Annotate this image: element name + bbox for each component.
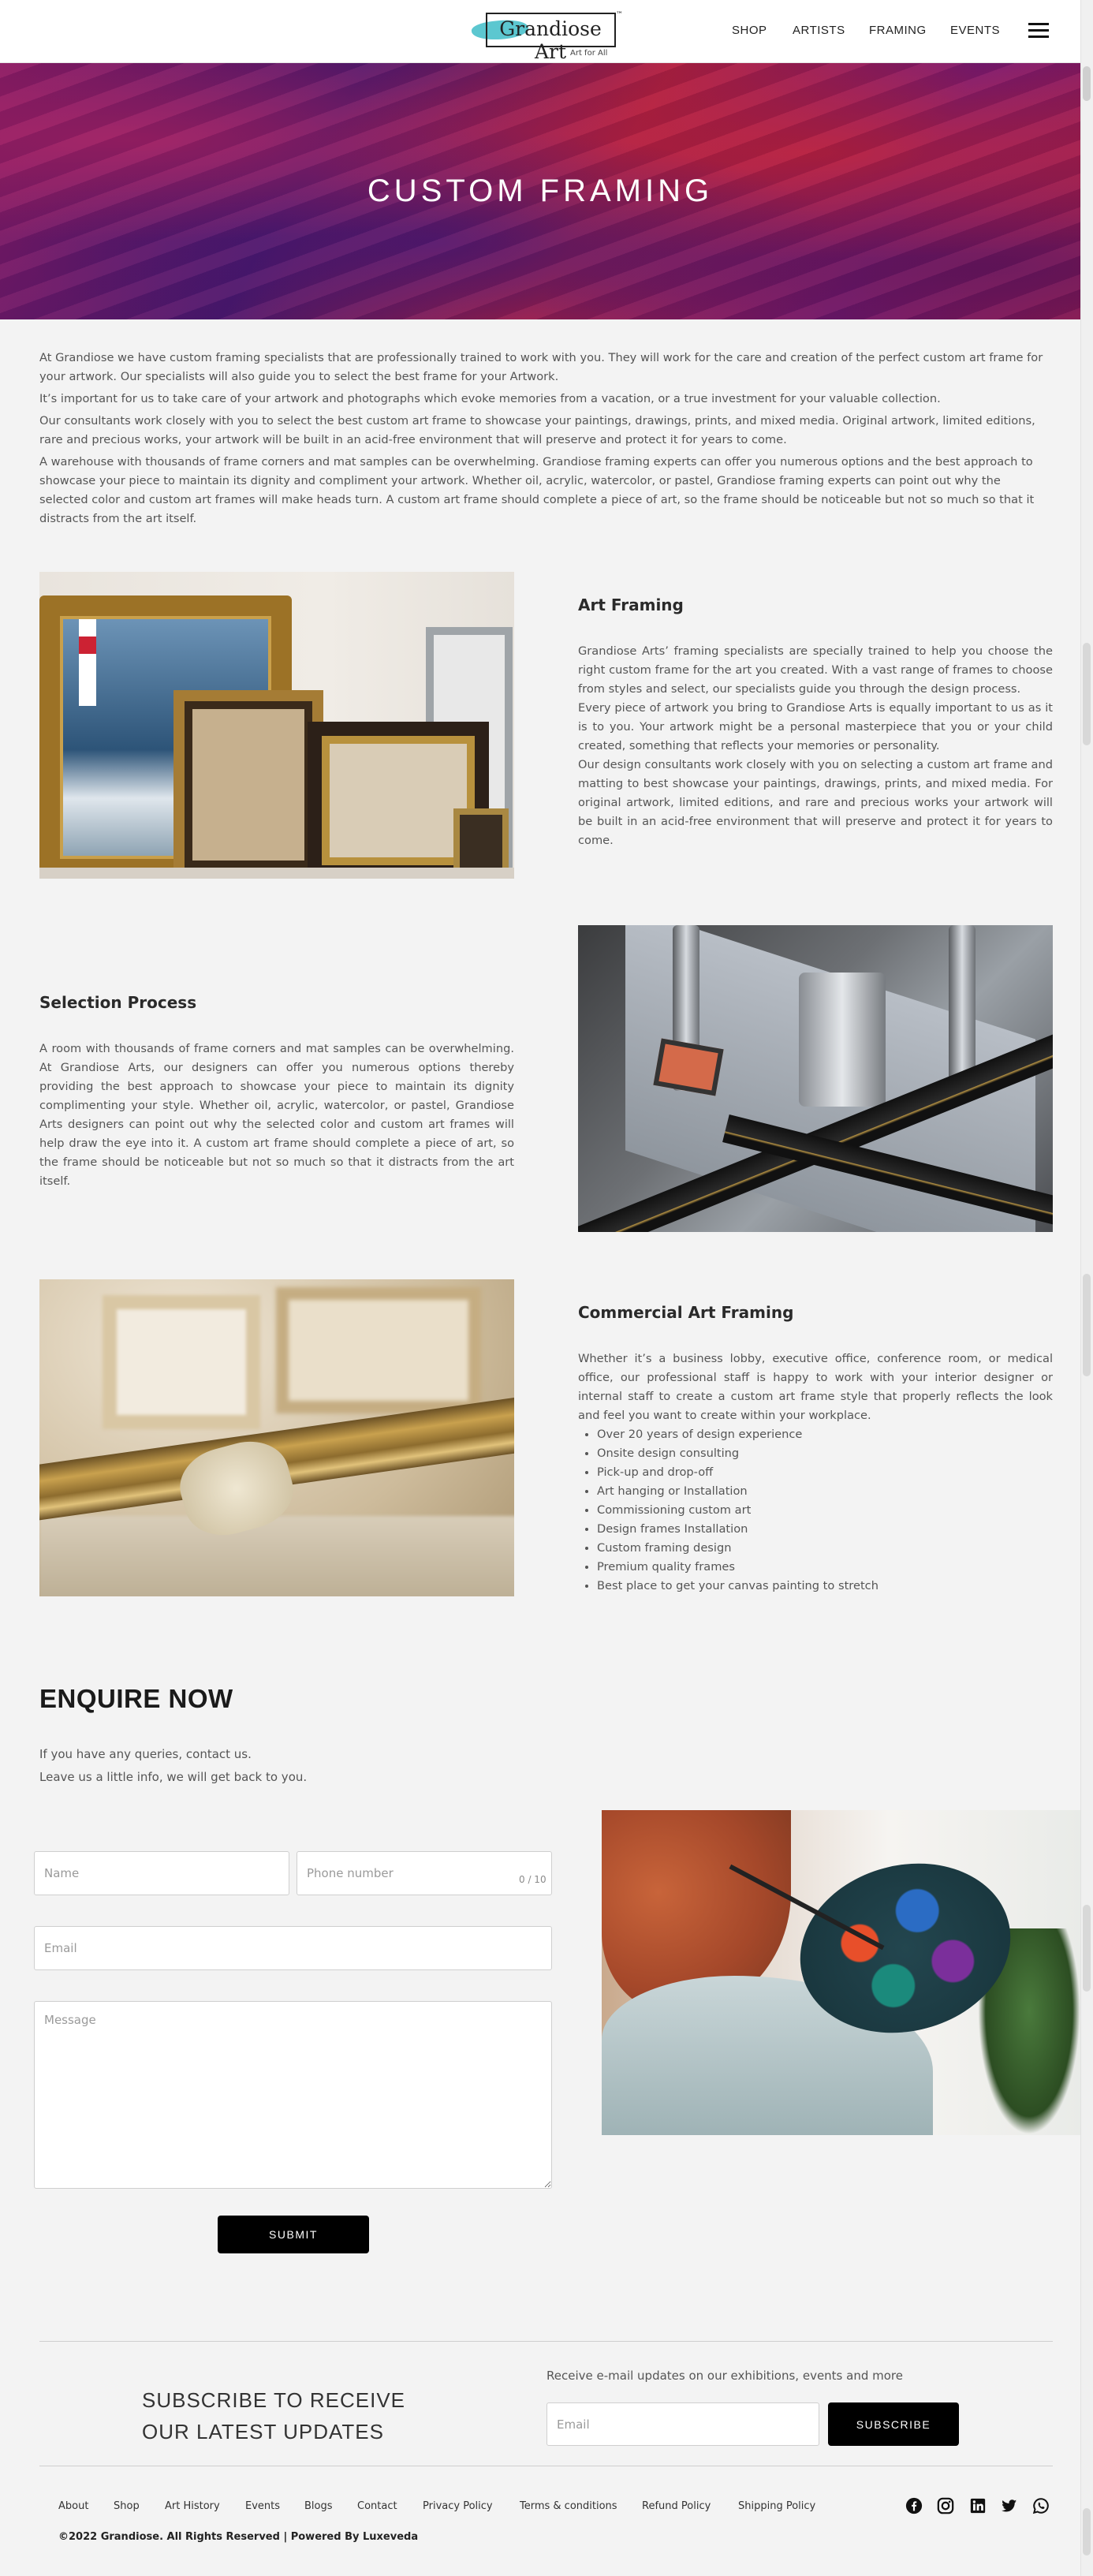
art-framing-paragraph: Every piece of artwork you bring to Gran…	[578, 701, 1053, 752]
page-title: CUSTOM FRAMING	[367, 174, 714, 208]
subscribe-description: Receive e-mail updates on our exhibition…	[546, 2369, 903, 2383]
scrollbar-thumb[interactable]	[1083, 66, 1091, 101]
divider	[39, 2341, 1053, 2342]
nav-framing[interactable]: FRAMING	[869, 24, 927, 37]
footer-link-contact[interactable]: Contact	[357, 2500, 397, 2512]
footer-link-refund-policy[interactable]: Refund Policy	[642, 2500, 711, 2512]
logo[interactable]: Grandiose Art ™ Art for All	[470, 9, 623, 63]
enquire-line: Leave us a little info, we will get back…	[39, 1770, 308, 1784]
linkedin-icon[interactable]	[969, 2497, 987, 2514]
phone-field[interactable]	[297, 1851, 552, 1895]
picture-frames-image	[39, 572, 514, 879]
footer-link-art-history[interactable]: Art History	[165, 2500, 220, 2512]
intro-paragraph: Our consultants work closely with you to…	[39, 414, 1035, 446]
intro-paragraph: At Grandiose we have custom framing spec…	[39, 351, 1043, 383]
submit-button[interactable]: SUBMIT	[218, 2216, 369, 2253]
art-framing-text: Grandiose Arts’ framing specialists are …	[578, 642, 1053, 850]
scroll-indicator	[1083, 1274, 1091, 1376]
copyright-text: ©2022 Grandiose. All Rights Reserved | P…	[58, 2531, 419, 2543]
email-field[interactable]	[34, 1926, 552, 1970]
list-item: Best place to get your canvas painting t…	[597, 1577, 1053, 1596]
footer-link-about[interactable]: About	[58, 2500, 88, 2512]
nav-shop[interactable]: SHOP	[732, 24, 767, 37]
footer-link-shipping-policy[interactable]: Shipping Policy	[738, 2500, 815, 2512]
scroll-indicator	[1083, 1905, 1091, 1992]
footer-link-events[interactable]: Events	[245, 2500, 280, 2512]
art-framing-paragraph: Grandiose Arts’ framing specialists are …	[578, 644, 1053, 696]
intro-paragraph: It’s important for us to take care of yo…	[39, 392, 941, 405]
ornate-frames-image	[39, 1279, 514, 1596]
logo-trademark: ™	[616, 11, 623, 19]
name-field[interactable]	[34, 1851, 289, 1895]
nav-events[interactable]: EVENTS	[950, 24, 1000, 37]
facebook-icon[interactable]	[905, 2497, 923, 2514]
site-header: Grandiose Art ™ Art for All SHOP ARTISTS…	[0, 0, 1080, 63]
phone-character-counter: 0 / 10	[519, 1874, 546, 1885]
subscribe-email-field[interactable]	[546, 2402, 819, 2446]
subscribe-title-line: OUR LATEST UPDATES	[142, 2420, 384, 2443]
hamburger-menu-icon[interactable]	[1028, 23, 1049, 39]
list-item: Custom framing design	[597, 1539, 1053, 1558]
footer-link-terms[interactable]: Terms & conditions	[520, 2500, 617, 2512]
selection-process-text: A room with thousands of frame corners a…	[39, 1042, 514, 1188]
instagram-icon[interactable]	[937, 2497, 954, 2514]
list-item: Art hanging or Installation	[597, 1482, 1053, 1501]
list-item: Over 20 years of design experience	[597, 1425, 1053, 1444]
intro-text: At Grandiose we have custom framing spec…	[39, 349, 1053, 532]
twitter-icon[interactable]	[1001, 2497, 1018, 2514]
framing-machine-image	[578, 925, 1053, 1232]
enquire-title: ENQUIRE NOW	[39, 1684, 233, 1713]
art-framing-title: Art Framing	[578, 595, 684, 614]
logo-tagline: Art for All	[570, 49, 608, 58]
subscribe-button[interactable]: SUBSCRIBE	[828, 2402, 959, 2446]
scroll-indicator	[1083, 643, 1091, 745]
list-item: Design frames Installation	[597, 1520, 1053, 1539]
commercial-bullet-list: Over 20 years of design experience Onsit…	[578, 1425, 1053, 1596]
painter-image	[602, 1810, 1080, 2135]
list-item: Pick-up and drop-off	[597, 1463, 1053, 1482]
scroll-indicator	[1083, 2508, 1091, 2555]
footer-link-privacy-policy[interactable]: Privacy Policy	[423, 2500, 493, 2512]
footer-link-shop[interactable]: Shop	[114, 2500, 140, 2512]
list-item: Onsite design consulting	[597, 1444, 1053, 1463]
intro-paragraph: A warehouse with thousands of frame corn…	[39, 455, 1035, 525]
commercial-framing-text: Whether it’s a business lobby, executive…	[578, 1350, 1053, 1596]
whatsapp-icon[interactable]	[1032, 2497, 1050, 2514]
subscribe-title-line: SUBSCRIBE TO RECEIVE	[142, 2388, 406, 2412]
nav-artists[interactable]: ARTISTS	[793, 24, 845, 37]
subscribe-title: SUBSCRIBE TO RECEIVE OUR LATEST UPDATES	[142, 2384, 405, 2447]
commercial-paragraph: Whether it’s a business lobby, executive…	[578, 1352, 1053, 1422]
commercial-framing-title: Commercial Art Framing	[578, 1303, 794, 1322]
enquire-subtitle: If you have any queries, contact us. Lea…	[39, 1743, 307, 1789]
message-field[interactable]	[34, 2001, 552, 2189]
art-framing-paragraph: Our design consultants work closely with…	[578, 758, 1053, 847]
hero-banner: CUSTOM FRAMING	[0, 63, 1080, 319]
list-item: Premium quality frames	[597, 1558, 1053, 1577]
footer-link-blogs[interactable]: Blogs	[304, 2500, 333, 2512]
selection-process-title: Selection Process	[39, 993, 197, 1012]
list-item: Commissioning custom art	[597, 1501, 1053, 1520]
enquire-line: If you have any queries, contact us.	[39, 1747, 252, 1761]
